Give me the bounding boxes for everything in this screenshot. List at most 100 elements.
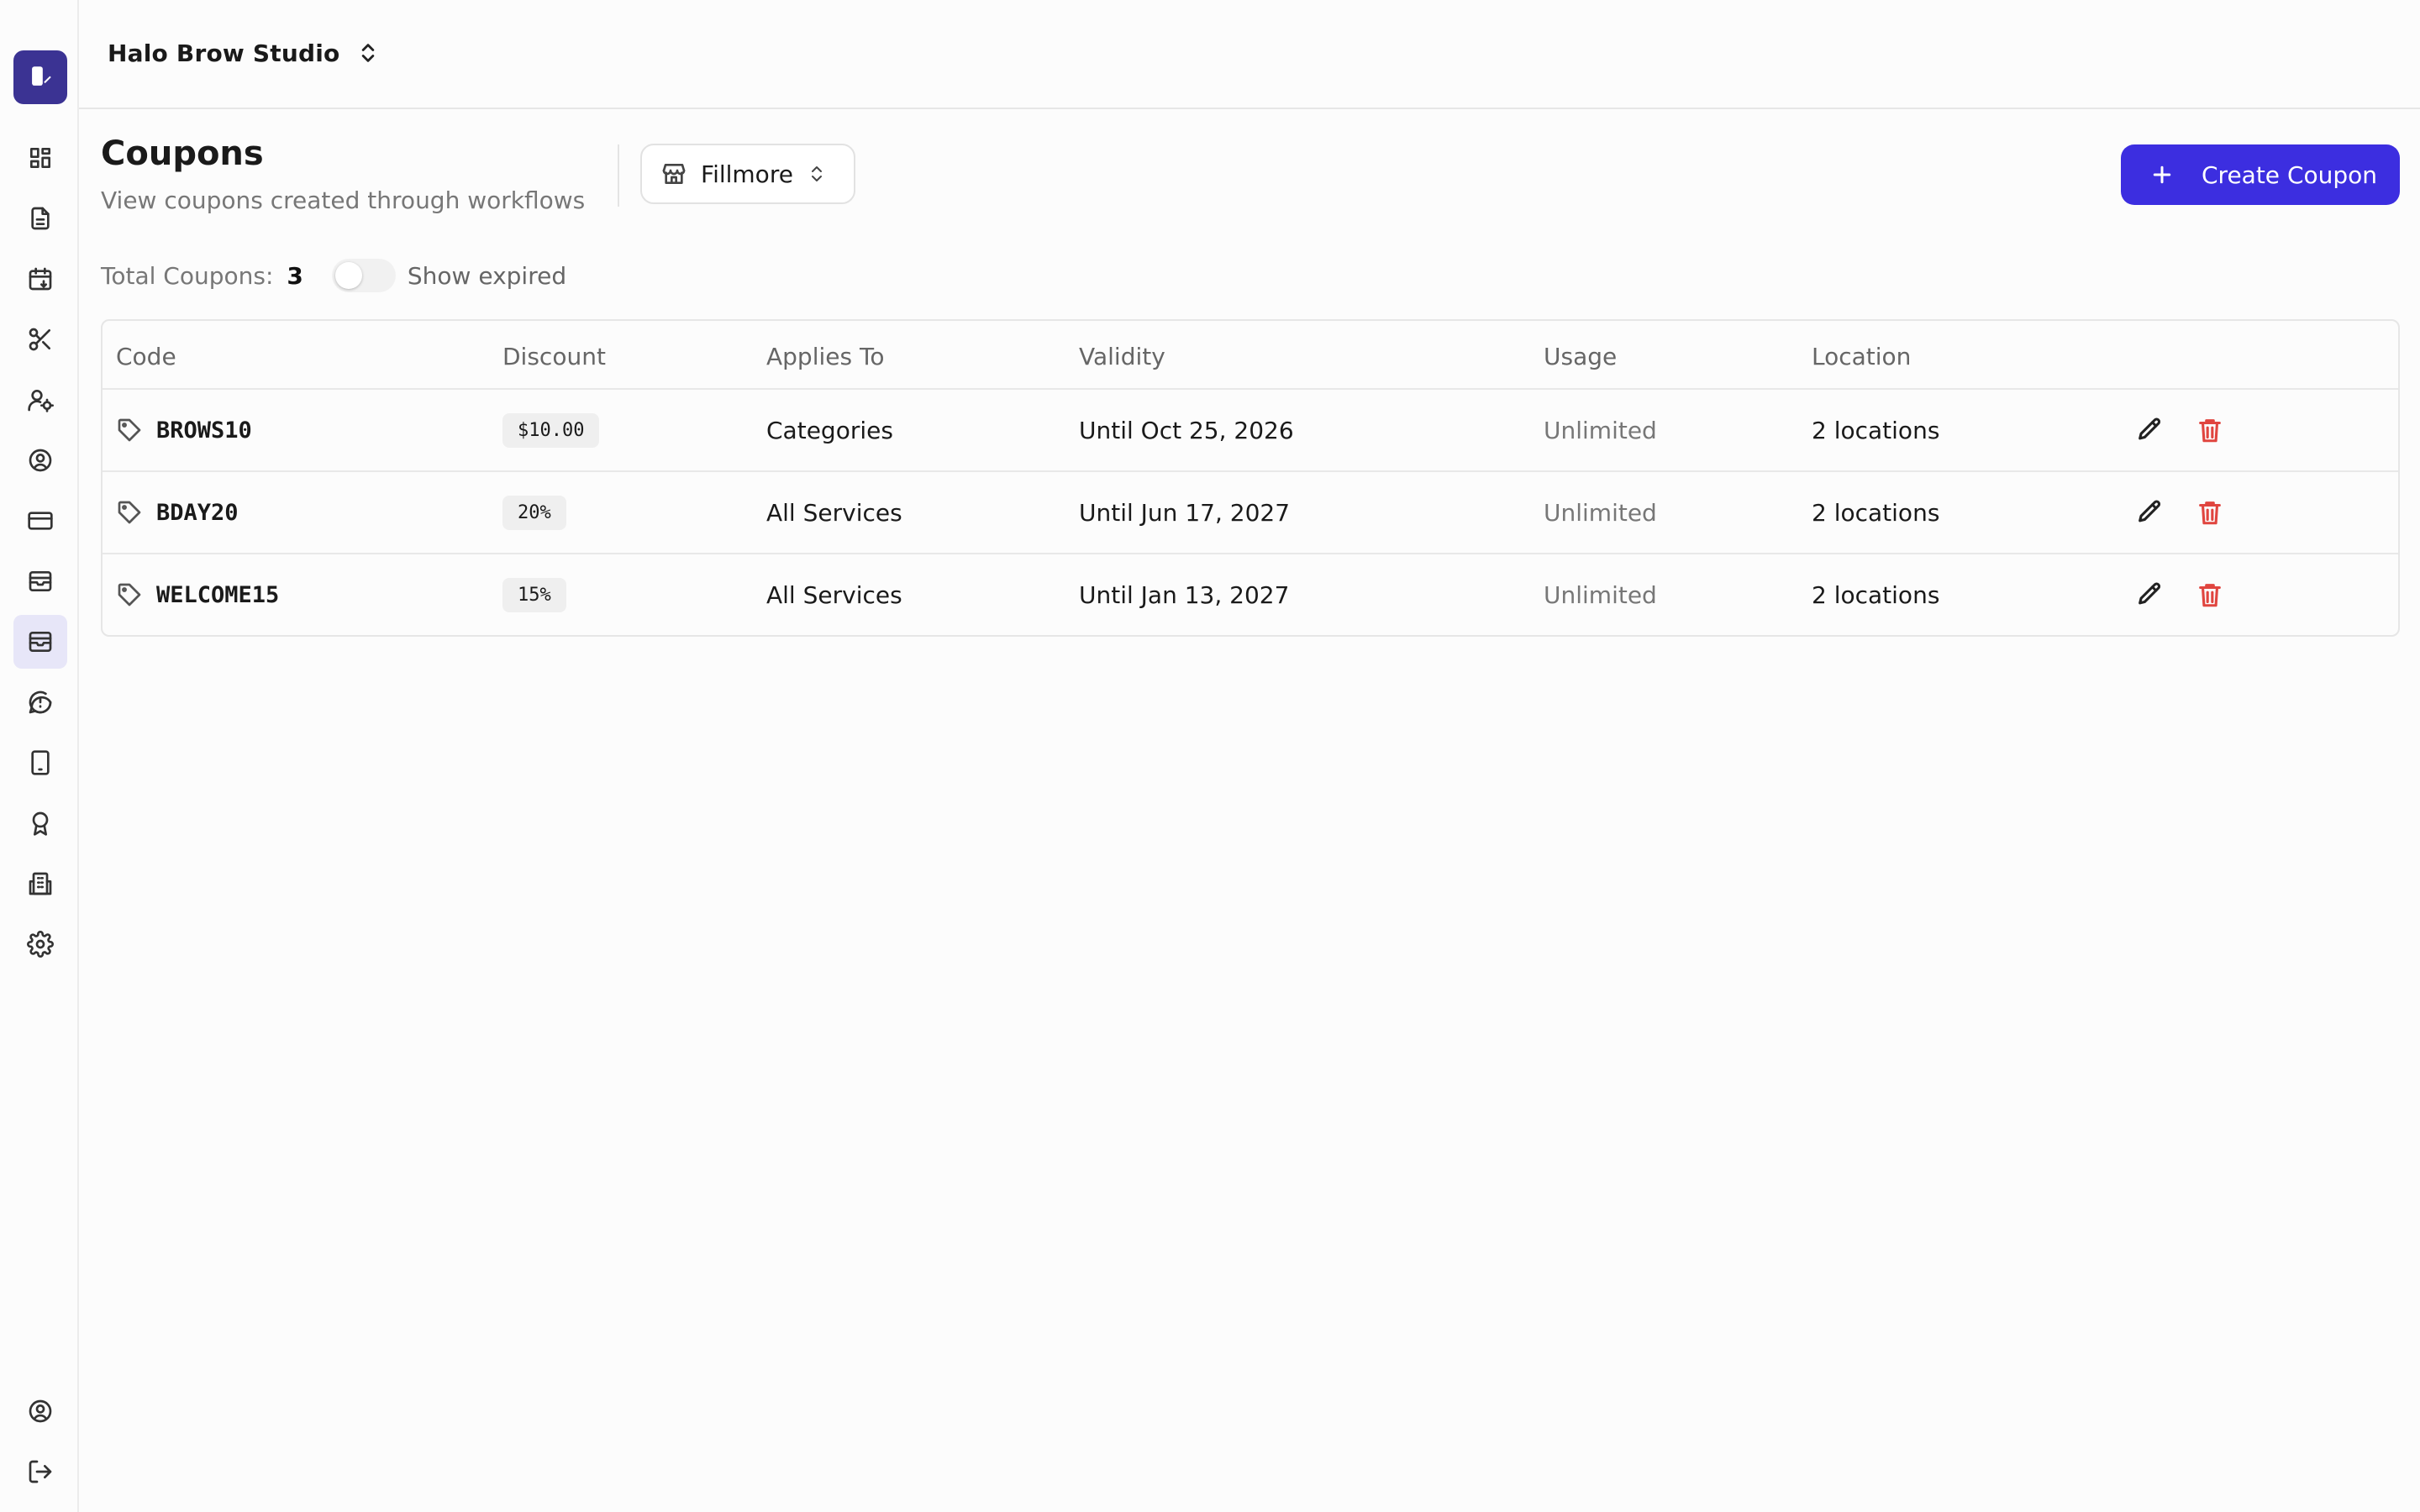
- archive-icon: [29, 571, 52, 591]
- edit-button[interactable]: [2135, 554, 2164, 635]
- pencil-icon: [2139, 500, 2161, 522]
- discount-cell: 15%: [502, 554, 566, 635]
- nav-account[interactable]: [13, 1384, 67, 1438]
- total-coupons-count: 3: [287, 261, 303, 290]
- nav-inventory[interactable]: [13, 554, 67, 608]
- nav-business[interactable]: [13, 857, 67, 911]
- column-header-applies-to[interactable]: Applies To: [766, 343, 884, 370]
- delete-button[interactable]: [2196, 390, 2224, 470]
- create-coupon-button[interactable]: Create Coupon: [2121, 144, 2400, 205]
- nav-kiosk[interactable]: [13, 736, 67, 790]
- nav-calendar[interactable]: [13, 252, 67, 306]
- location-cell: 2 locations: [1812, 498, 1940, 527]
- logo-icon: [32, 66, 51, 86]
- nav-payments[interactable]: [13, 494, 67, 548]
- account-icon: [29, 1399, 52, 1423]
- discount-cell: 20%: [502, 472, 566, 553]
- discount-badge: 20%: [502, 495, 566, 530]
- location-cell: 2 locations: [1812, 580, 1940, 609]
- delete-button[interactable]: [2196, 554, 2224, 635]
- studio-name: Halo Brow Studio: [108, 39, 340, 67]
- table-row[interactable]: BDAY20 20% All Services Until Jun 17, 20…: [103, 472, 2398, 554]
- dashboard-icon: [29, 148, 50, 168]
- chevron-up-down-icon: [811, 166, 822, 181]
- column-header-discount[interactable]: Discount: [502, 343, 606, 370]
- delete-button[interactable]: [2196, 472, 2224, 553]
- column-header-validity[interactable]: Validity: [1079, 343, 1165, 370]
- logout-icon: [29, 1460, 52, 1483]
- staff-icon: [28, 390, 54, 412]
- discount-badge: 15%: [502, 577, 566, 612]
- app-logo[interactable]: [13, 50, 67, 104]
- chat-icon: [29, 690, 52, 714]
- location-cell: 2 locations: [1812, 416, 1940, 444]
- building-icon: [29, 872, 52, 895]
- tag-icon: [118, 418, 141, 442]
- gear-icon: [27, 931, 54, 958]
- show-expired-toggle[interactable]: [331, 259, 396, 292]
- page-subtitle: View coupons created through workflows: [101, 186, 586, 214]
- table-header: Code Discount Applies To Validity Usage …: [103, 321, 2398, 390]
- applies-to-cell: Categories: [766, 416, 893, 444]
- code-cell: WELCOME15: [116, 554, 279, 635]
- discount-cell: $10.00: [502, 390, 600, 470]
- award-icon: [32, 811, 49, 836]
- nav-messages[interactable]: [13, 675, 67, 729]
- studio-switcher[interactable]: Halo Brow Studio: [108, 34, 380, 72]
- header-divider: [618, 144, 619, 207]
- usage-cell: Unlimited: [1544, 580, 1657, 609]
- code-cell: BDAY20: [116, 472, 239, 553]
- coupons-icon: [29, 632, 52, 652]
- applies-to-cell: All Services: [766, 498, 902, 527]
- validity-cell: Until Oct 25, 2026: [1079, 416, 1294, 444]
- nav-logout[interactable]: [13, 1445, 67, 1499]
- store-icon: [662, 164, 686, 184]
- coupon-code: BDAY20: [156, 499, 239, 526]
- discount-badge: $10.00: [502, 412, 600, 448]
- coupons-table: Code Discount Applies To Validity Usage …: [101, 319, 2400, 637]
- nav-loyalty[interactable]: [13, 796, 67, 850]
- tag-icon: [118, 501, 141, 524]
- user-circle-icon: [29, 449, 52, 472]
- chevron-up-down-icon: [362, 44, 375, 62]
- coupon-code: WELCOME15: [156, 581, 280, 608]
- nav-services[interactable]: [13, 312, 67, 366]
- edit-button[interactable]: [2135, 390, 2164, 470]
- trash-icon: [2199, 584, 2221, 607]
- credit-card-icon: [28, 512, 53, 530]
- nav-dashboard[interactable]: [13, 131, 67, 185]
- table-row[interactable]: BROWS10 $10.00 Categories Until Oct 25, …: [103, 390, 2398, 472]
- trash-icon: [2199, 419, 2221, 443]
- page-title: Coupons: [101, 134, 264, 173]
- nav-staff[interactable]: [13, 373, 67, 427]
- column-header-usage[interactable]: Usage: [1544, 343, 1617, 370]
- nav-clients[interactable]: [13, 433, 67, 487]
- scissors-icon: [29, 328, 50, 351]
- column-header-location[interactable]: Location: [1812, 343, 1911, 370]
- validity-cell: Until Jan 13, 2027: [1079, 580, 1290, 609]
- code-cell: BROWS10: [116, 390, 252, 470]
- column-header-code[interactable]: Code: [116, 343, 176, 370]
- pencil-icon: [2139, 417, 2161, 440]
- nav-coupons[interactable]: [13, 615, 67, 669]
- usage-cell: Unlimited: [1544, 416, 1657, 444]
- table-row[interactable]: WELCOME15 15% All Services Until Jan 13,…: [103, 554, 2398, 635]
- total-coupons-label: Total Coupons:: [101, 261, 274, 290]
- applies-to-cell: All Services: [766, 580, 902, 609]
- nav-documents[interactable]: [13, 192, 67, 245]
- tablet-icon: [31, 750, 50, 775]
- top-bar: Halo Brow Studio: [79, 0, 2420, 109]
- edit-button[interactable]: [2135, 472, 2164, 553]
- create-coupon-label: Create Coupon: [2202, 160, 2378, 189]
- nav-settings[interactable]: [13, 917, 67, 971]
- trash-icon: [2199, 501, 2221, 525]
- calendar-icon: [29, 267, 52, 291]
- coupon-code: BROWS10: [156, 417, 252, 444]
- pencil-icon: [2139, 582, 2161, 605]
- location-select-value: Fillmore: [701, 160, 793, 188]
- document-icon: [31, 207, 50, 230]
- tag-icon: [118, 583, 141, 606]
- toggle-knob: [334, 262, 362, 289]
- location-select[interactable]: Fillmore: [640, 144, 855, 204]
- usage-cell: Unlimited: [1544, 498, 1657, 527]
